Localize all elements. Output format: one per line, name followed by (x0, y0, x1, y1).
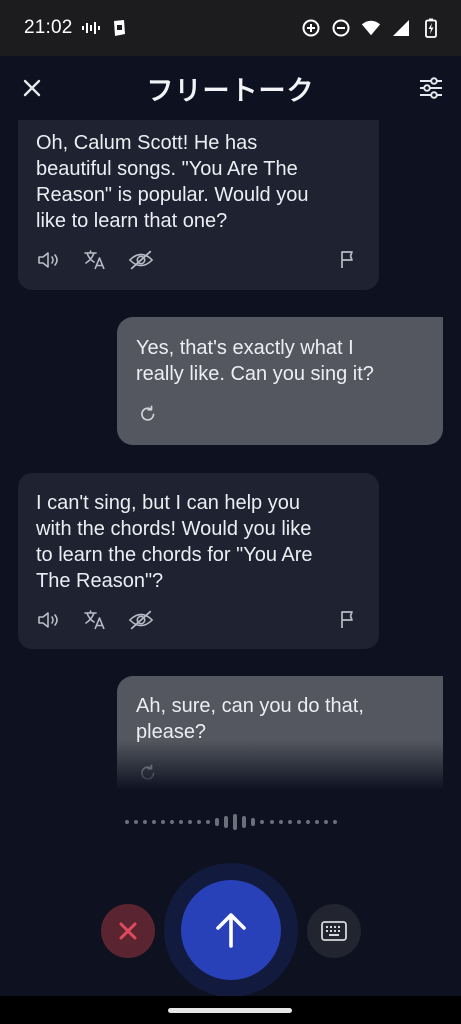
settings-button[interactable] (415, 72, 447, 104)
status-time: 21:02 (24, 17, 73, 38)
ai-message: I can't sing, but I can help you with th… (18, 473, 379, 649)
flag-icon[interactable] (335, 247, 361, 273)
home-gesture-handle[interactable] (168, 1008, 292, 1013)
message-text: Ah, sure, can you do that, please? (136, 693, 364, 745)
message-text: Oh, Calum Scott! He has beautiful songs.… (36, 130, 308, 234)
flag-icon[interactable] (335, 607, 361, 633)
message-text: Yes, that's exactly what I really like. … (136, 335, 374, 387)
message-line: Ah, sure, can you do that, (136, 695, 364, 717)
hide-icon[interactable] (128, 247, 154, 273)
message-line: Yes, that's exactly what I (136, 337, 354, 359)
chat-fade-overlay (0, 740, 461, 796)
message-actions (135, 401, 425, 427)
input-controls (0, 860, 461, 1000)
page-title: フリートーク (146, 75, 315, 106)
voicemail-icon (81, 18, 101, 38)
ai-message: Oh, Calum Scott! He has beautiful songs.… (18, 120, 379, 290)
speaker-icon[interactable] (36, 607, 62, 633)
status-bar: 21:02 (0, 0, 461, 56)
message-line: really like. Can you sing it? (136, 363, 374, 385)
retry-icon[interactable] (135, 401, 161, 427)
signal-icon (391, 18, 411, 38)
top-app-bar: フリートーク (0, 56, 461, 120)
keyboard-icon (321, 921, 347, 941)
message-line: like to learn that one? (36, 210, 228, 232)
wifi-icon (361, 18, 381, 38)
speaker-icon[interactable] (36, 247, 62, 273)
close-icon (23, 79, 41, 97)
message-line: Oh, Calum Scott! He has (36, 132, 258, 154)
message-line: I can't sing, but I can help you (36, 492, 300, 514)
message-line: The Reason"? (36, 570, 164, 592)
translate-icon[interactable] (82, 607, 108, 633)
system-navigation-bar (0, 996, 461, 1024)
data-saver-icon (301, 18, 321, 38)
close-icon (119, 922, 137, 940)
do-not-disturb-icon (331, 18, 351, 38)
message-line: to learn the chords for "You Are (36, 544, 313, 566)
arrow-up-icon (216, 913, 246, 948)
message-actions (36, 607, 361, 633)
cancel-recording-button[interactable] (101, 904, 155, 958)
user-message: Yes, that's exactly what I really like. … (117, 317, 443, 445)
send-button[interactable] (181, 880, 281, 980)
clipboard-icon (109, 18, 129, 38)
translate-icon[interactable] (82, 247, 108, 273)
message-line: beautiful songs. "You Are The (36, 158, 298, 180)
message-text: I can't sing, but I can help you with th… (36, 490, 313, 594)
keyboard-button[interactable] (307, 904, 361, 958)
hide-icon[interactable] (128, 607, 154, 633)
battery-charging-icon (421, 18, 441, 38)
message-actions (36, 247, 361, 273)
message-line: Reason" is popular. Would you (36, 184, 309, 206)
chat-area[interactable]: Oh, Calum Scott! He has beautiful songs.… (0, 120, 461, 792)
tune-icon (420, 77, 442, 99)
message-line: with the chords! Would you like (36, 518, 312, 540)
voice-waveform (125, 812, 337, 832)
close-button[interactable] (16, 72, 48, 104)
